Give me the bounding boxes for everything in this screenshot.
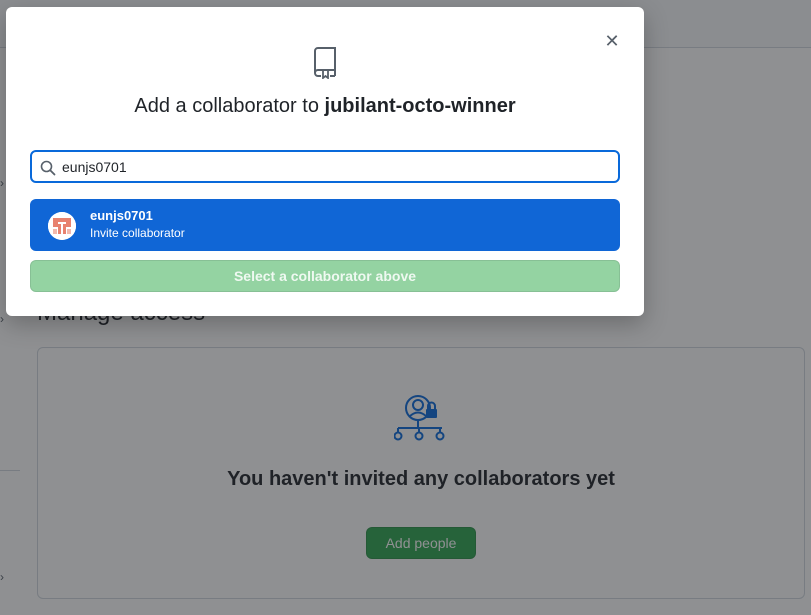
add-collaborator-dialog: ✕ Add a collaborator to jubilant-octo-wi… bbox=[6, 7, 644, 316]
avatar-identicon bbox=[48, 212, 76, 240]
suggestion-username: eunjs0701 bbox=[90, 208, 153, 223]
suggestion-action: Invite collaborator bbox=[90, 226, 185, 240]
select-collaborator-button[interactable]: Select a collaborator above bbox=[30, 260, 620, 292]
dialog-title: Add a collaborator to jubilant-octo-winn… bbox=[6, 95, 644, 118]
dialog-title-prefix: Add a collaborator to bbox=[134, 95, 325, 117]
repo-icon bbox=[314, 47, 336, 79]
close-icon[interactable]: ✕ bbox=[603, 33, 621, 51]
search-icon bbox=[40, 160, 56, 176]
search-input[interactable] bbox=[62, 157, 602, 177]
avatar bbox=[48, 212, 76, 240]
repository-name: jubilant-octo-winner bbox=[324, 95, 516, 117]
collaborator-suggestion[interactable]: eunjs0701 Invite collaborator bbox=[30, 199, 620, 251]
collaborator-search-field[interactable] bbox=[30, 150, 620, 183]
